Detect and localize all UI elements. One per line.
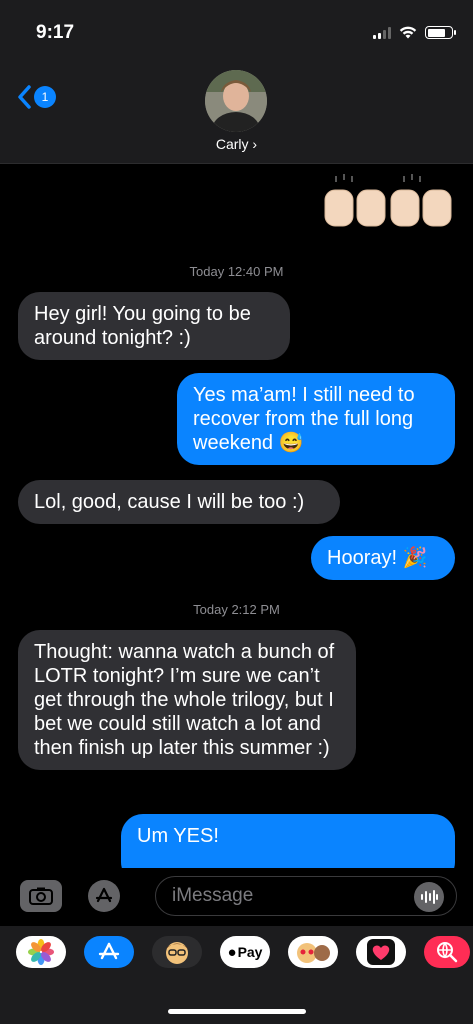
photos-icon: [28, 939, 54, 965]
raised-hands-emoji-message[interactable]: [323, 172, 453, 230]
message-input[interactable]: [155, 876, 457, 916]
contact-name[interactable]: Carly ›: [0, 136, 473, 152]
heart-icon: [367, 939, 395, 965]
cellular-signal-icon: [373, 26, 391, 39]
compose-bar: [0, 868, 473, 926]
outgoing-message[interactable]: Yes ma’am! I still need to recover from …: [177, 373, 455, 465]
status-icons: [373, 26, 456, 39]
image-search-app-button[interactable]: [424, 936, 470, 968]
outgoing-message[interactable]: Um YES!: [121, 814, 455, 868]
timestamp: Today 12:40 PM: [189, 264, 284, 279]
digital-touch-app-button[interactable]: [356, 936, 406, 968]
memoji-stickers-icon: [297, 943, 330, 963]
memoji-stickers-app-button[interactable]: [288, 936, 338, 968]
unread-count-badge: 1: [34, 86, 56, 108]
contact-avatar[interactable]: [205, 70, 267, 132]
wifi-icon: [399, 26, 417, 39]
imessage-app-drawer: ● Pay: [0, 926, 473, 1024]
battery-icon: [425, 26, 456, 39]
apple-icon: ●: [227, 943, 237, 961]
status-bar: 9:17: [0, 0, 473, 64]
app-store-icon: [98, 942, 120, 960]
app-store-app-button[interactable]: [84, 936, 134, 968]
app-store-button[interactable]: [88, 880, 120, 912]
outgoing-message[interactable]: Hooray! 🎉: [311, 536, 455, 580]
raised-hands-icon: [324, 174, 452, 227]
chevron-left-icon: [18, 85, 31, 109]
apple-pay-label: Pay: [237, 944, 263, 960]
globe-search-icon: [437, 942, 458, 963]
incoming-message[interactable]: Lol, good, cause I will be too :): [18, 480, 340, 524]
home-indicator[interactable]: [168, 1009, 306, 1014]
voice-message-button[interactable]: [414, 882, 444, 912]
apple-pay-app-button[interactable]: ● Pay: [220, 936, 270, 968]
app-store-icon: [95, 887, 113, 903]
incoming-message[interactable]: Thought: wanna watch a bunch of LOTR ton…: [18, 630, 356, 770]
message-transcript[interactable]: Today 12:40 PM Hey girl! You going to be…: [0, 164, 473, 868]
memoji-icon: [166, 942, 188, 964]
timestamp: Today 2:12 PM: [193, 602, 280, 617]
photos-app-button[interactable]: [16, 936, 66, 968]
incoming-message[interactable]: Hey girl! You going to be around tonight…: [18, 292, 290, 360]
memoji-app-button[interactable]: [152, 936, 202, 968]
waveform-icon: [421, 890, 438, 904]
camera-button[interactable]: [20, 880, 62, 912]
camera-icon: [29, 887, 53, 905]
conversation-header: 1 Carly ›: [0, 64, 473, 164]
status-time: 9:17: [36, 22, 75, 43]
back-button[interactable]: 1: [16, 84, 56, 110]
